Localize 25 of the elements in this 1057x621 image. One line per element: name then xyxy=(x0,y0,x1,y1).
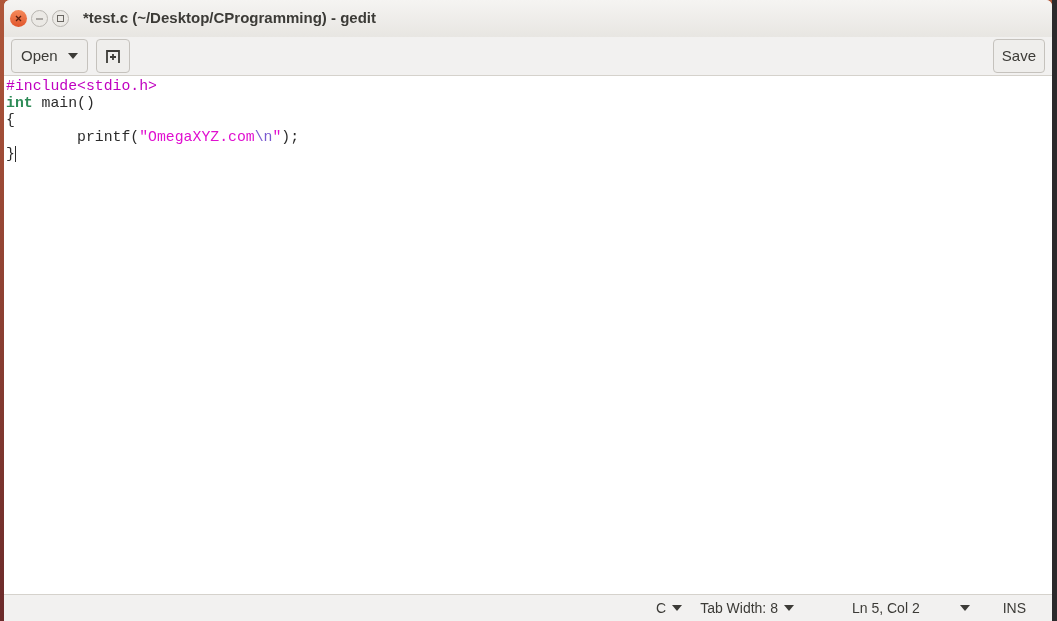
new-tab-button[interactable] xyxy=(95,39,130,73)
code-line: { xyxy=(6,112,15,128)
code-line: int main() xyxy=(6,95,95,111)
text-editor-area[interactable]: #include<stdio.h> int main() { printf("OmegaXYZ.com\n"); } xyxy=(4,76,1052,594)
language-dropdown[interactable]: C xyxy=(656,597,683,619)
code-line: #include<stdio.h> xyxy=(6,78,157,94)
caret-icon xyxy=(67,53,78,59)
insert-mode: INS xyxy=(1002,598,1026,618)
cursor-position: Ln 5, Col 2 xyxy=(851,598,920,618)
close-icon xyxy=(15,15,22,22)
caret-icon xyxy=(672,605,683,611)
tab-width-dropdown[interactable]: Tab Width: 8 xyxy=(700,597,794,619)
maximize-button[interactable] xyxy=(52,10,69,27)
close-button[interactable] xyxy=(10,10,27,27)
caret-icon xyxy=(783,605,794,611)
new-tab-icon xyxy=(104,48,121,64)
open-button[interactable]: Open xyxy=(11,39,88,73)
minimize-icon xyxy=(36,17,43,20)
caret-icon xyxy=(959,605,970,611)
code-line: printf("OmegaXYZ.com\n"); xyxy=(76,129,300,145)
maximize-icon xyxy=(57,15,64,22)
position-dropdown[interactable] xyxy=(959,605,970,611)
code-line: } xyxy=(6,146,15,162)
save-button[interactable]: Save xyxy=(992,39,1045,73)
window-title: *test.c (~/Desktop/CProgramming) - gedit xyxy=(83,8,376,29)
